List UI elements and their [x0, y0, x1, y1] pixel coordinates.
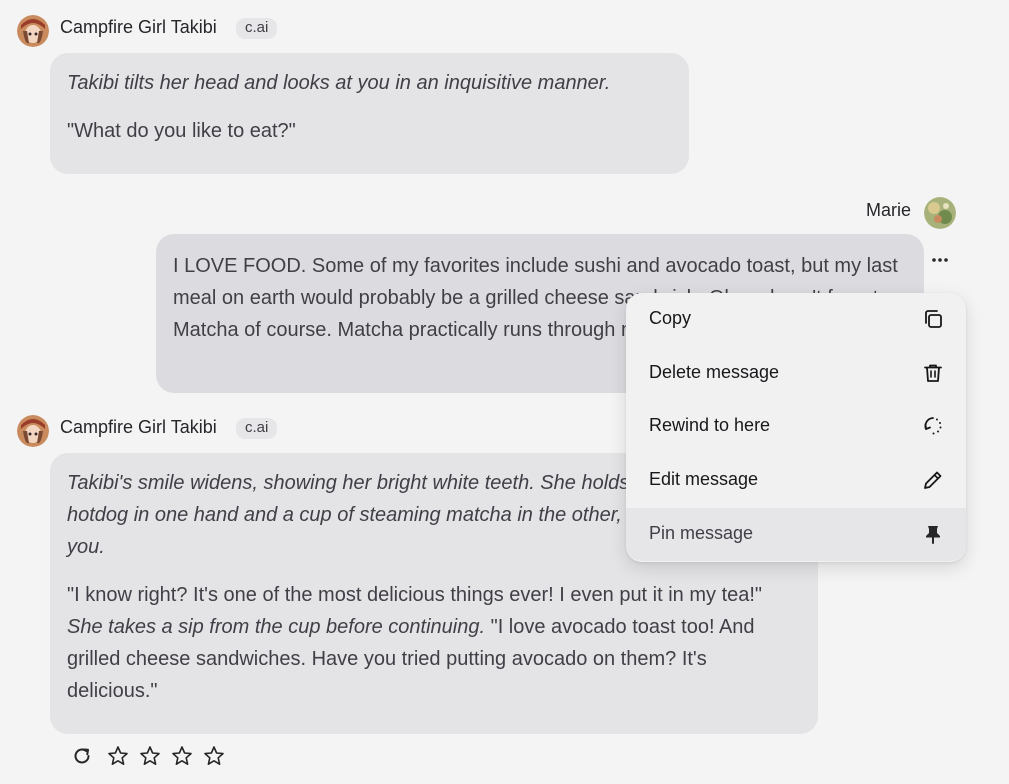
menu-item-edit[interactable]: Edit message: [626, 454, 966, 507]
message-action: Takibi tilts her head and looks at you i…: [67, 72, 611, 94]
user-avatar[interactable]: [924, 197, 956, 229]
menu-item-pin[interactable]: Pin message: [626, 508, 966, 561]
cai-badge: c.ai: [236, 18, 278, 39]
menu-item-label: Pin message: [649, 523, 754, 543]
star-icon: [204, 746, 224, 765]
star-icon: [140, 746, 160, 765]
message-speech: "What do you like to eat?": [67, 120, 296, 142]
more-icon: [932, 258, 948, 262]
copy-icon: [925, 310, 942, 328]
menu-item-label: Edit message: [649, 469, 759, 489]
menu-item-rewind[interactable]: Rewind to here: [626, 400, 966, 453]
pin-icon: [926, 526, 940, 544]
cai-badge: c.ai: [236, 418, 278, 439]
menu-item-label: Delete message: [649, 362, 780, 382]
author-name[interactable]: Campfire Girl Takibi: [60, 17, 217, 38]
menu-item-copy[interactable]: Copy: [626, 293, 966, 346]
author-name[interactable]: Campfire Girl Takibi: [60, 417, 217, 438]
rating-star-1[interactable]: [107, 745, 129, 772]
regenerate-button[interactable]: [71, 745, 93, 767]
pencil-icon: [924, 471, 942, 489]
trash-icon: [924, 364, 942, 382]
message-bubble: Takibi tilts her head and looks at you i…: [50, 53, 689, 174]
message-context-menu: Copy Delete message Rewind to here Edit …: [626, 293, 966, 562]
menu-item-delete[interactable]: Delete message: [626, 347, 966, 400]
takibi-avatar[interactable]: [17, 15, 49, 47]
user-name[interactable]: Marie: [866, 200, 911, 221]
star-icon: [172, 746, 192, 765]
message-speech: "I know right? It's one of the most deli…: [67, 579, 801, 707]
takibi-avatar[interactable]: [17, 415, 49, 447]
star-icon: [108, 746, 128, 765]
speech-part: "I know right? It's one of the most deli…: [67, 584, 763, 606]
regenerate-icon: [74, 748, 90, 764]
menu-item-label: Rewind to here: [649, 415, 771, 435]
rewind-icon: [924, 417, 942, 435]
menu-item-label: Copy: [649, 308, 692, 328]
rating-star-4[interactable]: [203, 745, 225, 772]
more-options-button[interactable]: [926, 249, 954, 271]
action-part: She takes a sip from the cup before cont…: [67, 616, 486, 638]
rating-star-2[interactable]: [139, 745, 161, 772]
rating-star-3[interactable]: [171, 745, 193, 772]
